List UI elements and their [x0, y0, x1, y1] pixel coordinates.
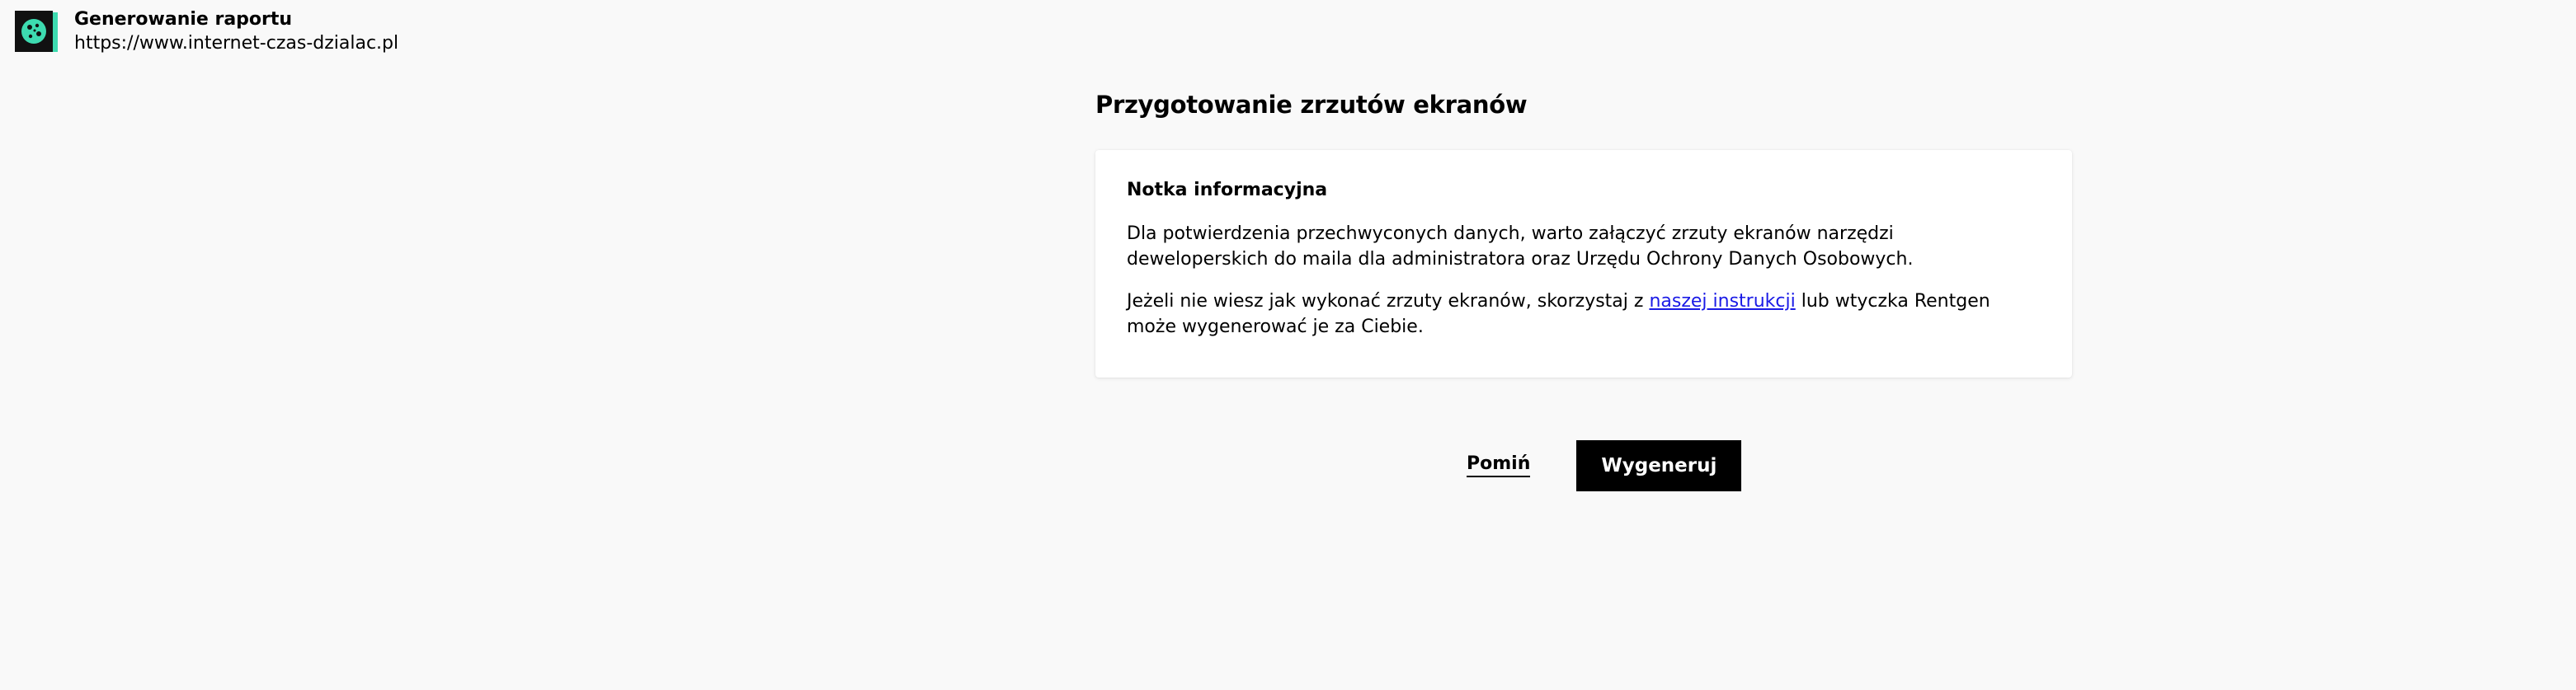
generate-button[interactable]: Wygeneruj — [1576, 440, 1742, 491]
report-title: Generowanie raportu — [74, 9, 293, 30]
cookie-monitor-icon — [15, 11, 58, 54]
instructions-link[interactable]: naszej instrukcji — [1649, 291, 1795, 312]
app-header: Generowanie raportu https://www.internet… — [15, 8, 398, 56]
header-text: Generowanie raportu https://www.internet… — [74, 8, 398, 56]
info-paragraph-2-text-before: Jeżeli nie wiesz jak wykonać zrzuty ekra… — [1127, 291, 1650, 312]
info-paragraph-1: Dla potwierdzenia przechwyconych danych,… — [1127, 223, 1914, 270]
main-content: Przygotowanie zrzutów ekranów Notka info… — [1095, 86, 2072, 378]
skip-button[interactable]: Pomiń — [1467, 454, 1531, 477]
actions-bar: Pomiń Wygeneruj — [1467, 440, 1742, 491]
info-card-title: Notka informacyjna — [1127, 180, 1328, 200]
info-card: Notka informacyjna Dla potwierdzenia prz… — [1095, 150, 2072, 378]
page-title: Przygotowanie zrzutów ekranów — [1095, 91, 1528, 119]
site-url: https://www.internet-czas-dzialac.pl — [74, 33, 399, 54]
info-paragraph-2: Jeżeli nie wiesz jak wykonać zrzuty ekra… — [1127, 289, 2041, 340]
